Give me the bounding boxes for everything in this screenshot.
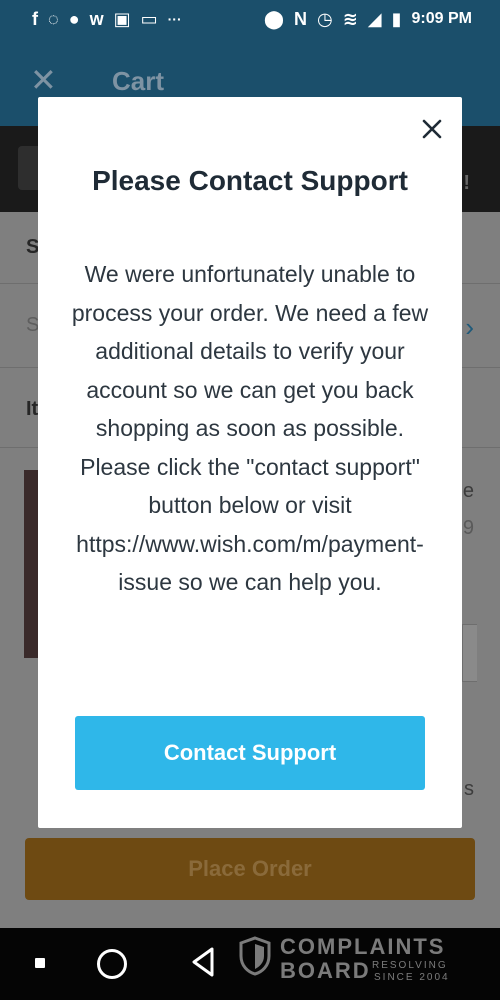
photo-icon: ▣ bbox=[113, 9, 131, 29]
contact-support-button[interactable]: Contact Support bbox=[75, 716, 425, 790]
back-icon[interactable] bbox=[190, 946, 216, 978]
status-time: 9:09 PM bbox=[411, 10, 472, 27]
place-order-button[interactable]: Place Order bbox=[25, 838, 475, 900]
complaints-board-watermark: COMPLAINTS BOARD RESOLVING SINCE 2004 bbox=[238, 932, 460, 984]
close-dialog-button[interactable] bbox=[418, 115, 446, 143]
close-icon bbox=[422, 119, 442, 139]
line-icon: ● bbox=[68, 9, 80, 29]
voicemail-icon: ▭ bbox=[140, 9, 158, 29]
dialog-message: We were unfortunately unable to process … bbox=[71, 261, 429, 595]
watermark-tagline2: SINCE 2004 bbox=[374, 972, 450, 983]
alarm-icon: ◷ bbox=[316, 9, 333, 29]
watermark-line1: COMPLAINTS bbox=[280, 934, 446, 959]
signal-icon: ◢ bbox=[367, 9, 382, 29]
watermark-tagline1: RESOLVING bbox=[372, 960, 448, 971]
home-icon[interactable] bbox=[97, 949, 127, 979]
items-heading-fragment: It bbox=[26, 398, 39, 420]
status-bar: f ◌ ● w ▣ ▭ ··· ⬤ N ◷ ≋ ◢ ▮ 9:09 PM bbox=[0, 0, 500, 38]
quantity-select[interactable] bbox=[462, 624, 477, 682]
shield-logo-icon bbox=[239, 936, 271, 976]
more-dots-icon: ··· bbox=[167, 11, 182, 27]
contact-support-dialog: Please Contact Support We were unfortuna… bbox=[38, 97, 462, 828]
whatsapp-icon: ◌ bbox=[48, 9, 59, 29]
wattpad-icon: w bbox=[89, 9, 104, 29]
close-cart-icon[interactable]: ✕ bbox=[30, 64, 57, 96]
item-price-fragment: 9 bbox=[462, 517, 474, 539]
dialog-title: Please Contact Support bbox=[92, 165, 408, 196]
nfc-icon: N bbox=[293, 9, 307, 29]
item-text-fragment-2: s bbox=[464, 778, 474, 800]
facebook-icon: f bbox=[32, 9, 38, 29]
item-text-fragment: e bbox=[462, 480, 474, 502]
promo-text-fragment: ! bbox=[463, 172, 470, 194]
page-title: Cart bbox=[112, 66, 165, 96]
watermark-line2: BOARD bbox=[280, 958, 371, 983]
chevron-right-icon[interactable]: › bbox=[465, 312, 474, 343]
location-icon: ⬤ bbox=[263, 9, 284, 29]
recents-icon[interactable] bbox=[35, 958, 45, 968]
wifi-icon: ≋ bbox=[342, 9, 358, 29]
battery-icon: ▮ bbox=[391, 9, 402, 29]
